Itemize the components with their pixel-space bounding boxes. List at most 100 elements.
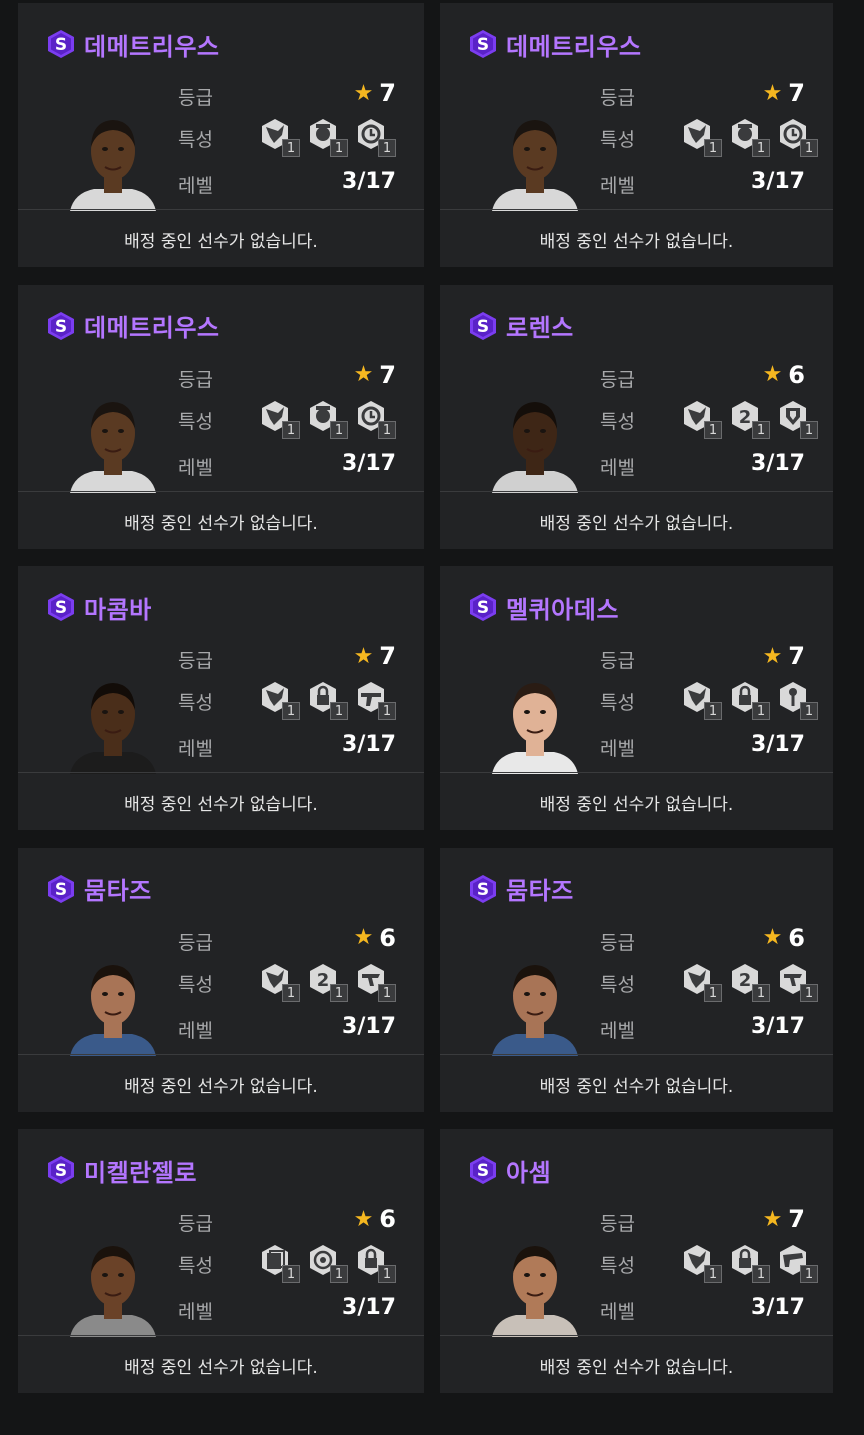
assignment-status: 배정 중인 선수가 없습니다. — [539, 1358, 734, 1378]
player-portrait — [68, 1233, 158, 1337]
trait-level-badge: 1 — [800, 702, 818, 720]
shot-trait-icon[interactable]: 1 — [680, 1243, 722, 1283]
level-value: 3/17 — [342, 450, 396, 476]
rank-trait-icon[interactable]: 1 — [728, 117, 770, 157]
grade-number: 7 — [788, 1205, 805, 1233]
level-value: 3/17 — [342, 1295, 396, 1320]
number-trait-icon[interactable]: 21 — [728, 962, 770, 1002]
svg-text:S: S — [477, 317, 489, 337]
lock-trait-icon[interactable]: 1 — [728, 1243, 770, 1283]
s-grade-badge-icon: S — [468, 874, 498, 904]
player-name: 로렌스 — [506, 314, 574, 342]
divider — [18, 1335, 424, 1336]
grade-label: 등급 — [178, 931, 213, 954]
trait-level-badge: 1 — [282, 420, 300, 439]
level-label: 레벨 — [600, 456, 635, 479]
shot-trait-icon[interactable]: 1 — [258, 962, 300, 1002]
star-icon: ★ — [353, 362, 374, 387]
dribble-trait-icon[interactable]: 1 — [354, 117, 396, 157]
run-trait-icon[interactable]: 1 — [354, 962, 396, 1002]
divider — [18, 772, 424, 773]
grade-number: 7 — [379, 360, 396, 389]
s-grade-badge-icon: S — [46, 1155, 76, 1185]
assignment-status: 배정 중인 선수가 없습니다. — [539, 1076, 734, 1097]
shot-trait-icon[interactable]: 1 — [680, 680, 722, 720]
player-portrait — [68, 107, 158, 211]
shot-trait-icon[interactable]: 1 — [680, 399, 722, 439]
player-card-2[interactable]: S 데메트리우스 등급 특성 레벨 ★ 7 1 1 1 3/17 배정 중인 선수가… — [440, 3, 833, 267]
level-label: 레벨 — [178, 1019, 213, 1042]
player-card-7[interactable]: S 뭄타즈 등급 특성 레벨 ★ 6 1211 3/17 배정 중인 선수가 없… — [18, 847, 424, 1112]
trait-label: 특성 — [178, 973, 213, 996]
grade-value: ★ 7 — [354, 642, 396, 670]
tackle-trait-icon[interactable]: 1 — [776, 1243, 818, 1283]
trait-label: 특성 — [600, 410, 635, 433]
trait-level-badge: 1 — [800, 139, 818, 157]
player-card-5[interactable]: S 마콤바 등급 특성 레벨 ★ 7 1 1 1 3/17 배정 중인 선수가 없습… — [18, 566, 424, 830]
shield-trait-icon[interactable]: 1 — [776, 399, 818, 439]
trait-level-badge: 1 — [378, 1265, 396, 1283]
grade-label: 등급 — [600, 650, 635, 672]
kick-trait-icon[interactable]: 1 — [354, 680, 396, 720]
level-label: 레벨 — [600, 175, 635, 197]
number-trait-icon[interactable]: 21 — [728, 399, 770, 439]
lock-trait-icon[interactable]: 1 — [354, 1243, 396, 1283]
star-icon: ★ — [353, 643, 374, 669]
dribble-trait-icon[interactable]: 1 — [776, 117, 818, 157]
rank-trait-icon[interactable]: 1 — [306, 117, 348, 157]
divider — [440, 772, 833, 773]
trait-list: 1 1 1 — [680, 680, 818, 720]
dribble-trait-icon[interactable]: 1 — [354, 399, 396, 439]
key-trait-icon[interactable]: 1 — [776, 680, 818, 720]
grade-value: ★ 7 — [763, 1205, 805, 1233]
svg-text:S: S — [477, 598, 489, 618]
grade-number: 7 — [788, 79, 805, 107]
svg-text:S: S — [55, 317, 67, 337]
lock-trait-icon[interactable]: 1 — [306, 680, 348, 720]
rank-trait-icon[interactable]: 1 — [306, 399, 348, 439]
trait-level-badge: 1 — [378, 702, 396, 720]
grade-value: ★ 6 — [763, 924, 805, 952]
grade-label: 등급 — [600, 87, 635, 109]
shot-trait-icon[interactable]: 1 — [680, 117, 722, 157]
lock-trait-icon[interactable]: 1 — [728, 680, 770, 720]
player-card-1[interactable]: S 데메트리우스 등급 특성 레벨 ★ 7 1 1 1 3/17 배정 중인 선수가… — [18, 3, 424, 267]
divider — [440, 1053, 833, 1055]
shot-trait-icon[interactable]: 1 — [258, 117, 300, 157]
star-icon: ★ — [762, 643, 783, 669]
svg-text:S: S — [55, 880, 67, 900]
star-icon: ★ — [762, 362, 783, 387]
run-trait-icon[interactable]: 1 — [776, 962, 818, 1002]
svg-text:S: S — [55, 1161, 67, 1181]
player-portrait — [490, 389, 580, 493]
card-header: S 멜퀴아데스 — [468, 588, 619, 626]
card-header: S 아셈 — [468, 1151, 551, 1189]
trait-level-badge: 1 — [752, 139, 770, 157]
shot-trait-icon[interactable]: 1 — [680, 962, 722, 1002]
number-trait-icon[interactable]: 21 — [306, 962, 348, 1002]
player-portrait — [490, 107, 580, 211]
player-name: 뭄타즈 — [84, 877, 152, 905]
shot-trait-icon[interactable]: 1 — [258, 399, 300, 439]
level-value: 3/17 — [342, 732, 396, 757]
player-card-8[interactable]: S 뭄타즈 등급 특성 레벨 ★ 6 1211 3/17 배정 중인 선수가 없… — [440, 847, 833, 1112]
level-value: 3/17 — [342, 1013, 396, 1039]
level-value: 3/17 — [751, 169, 805, 194]
svg-text:S: S — [55, 598, 67, 618]
player-card-9[interactable]: S 미켈란젤로 등급 특성 레벨 ★ 6 1 1 1 3/17 배정 중인 선수가 … — [18, 1129, 424, 1393]
player-card-4[interactable]: S 로렌스 등급 특성 레벨 ★ 6 1211 3/17 배정 중인 선수가 없… — [440, 284, 833, 549]
player-name: 데메트리우스 — [84, 32, 220, 61]
star-icon: ★ — [353, 1206, 374, 1232]
shot-trait-icon[interactable]: 1 — [258, 680, 300, 720]
trait-label: 특성 — [178, 410, 213, 433]
target-trait-icon[interactable]: 1 — [306, 1243, 348, 1283]
player-card-10[interactable]: S 아셈 등급 특성 레벨 ★ 7 1 1 1 3/17 배정 중인 선수가 없습니… — [440, 1129, 833, 1393]
svg-text:2: 2 — [317, 970, 330, 991]
trait-label: 특성 — [600, 692, 635, 714]
divider — [18, 490, 424, 492]
player-card-3[interactable]: S 데메트리우스 등급 특성 레벨 ★ 7 1 1 1 3/17 배정 중인 선수가… — [18, 284, 424, 549]
player-card-6[interactable]: S 멜퀴아데스 등급 특성 레벨 ★ 7 1 1 1 3/17 배정 중인 선수가 … — [440, 566, 833, 830]
assignment-status: 배정 중인 선수가 없습니다. — [124, 513, 318, 534]
trait-label: 특성 — [600, 129, 635, 151]
card-trait-icon[interactable]: 1 — [258, 1243, 300, 1283]
